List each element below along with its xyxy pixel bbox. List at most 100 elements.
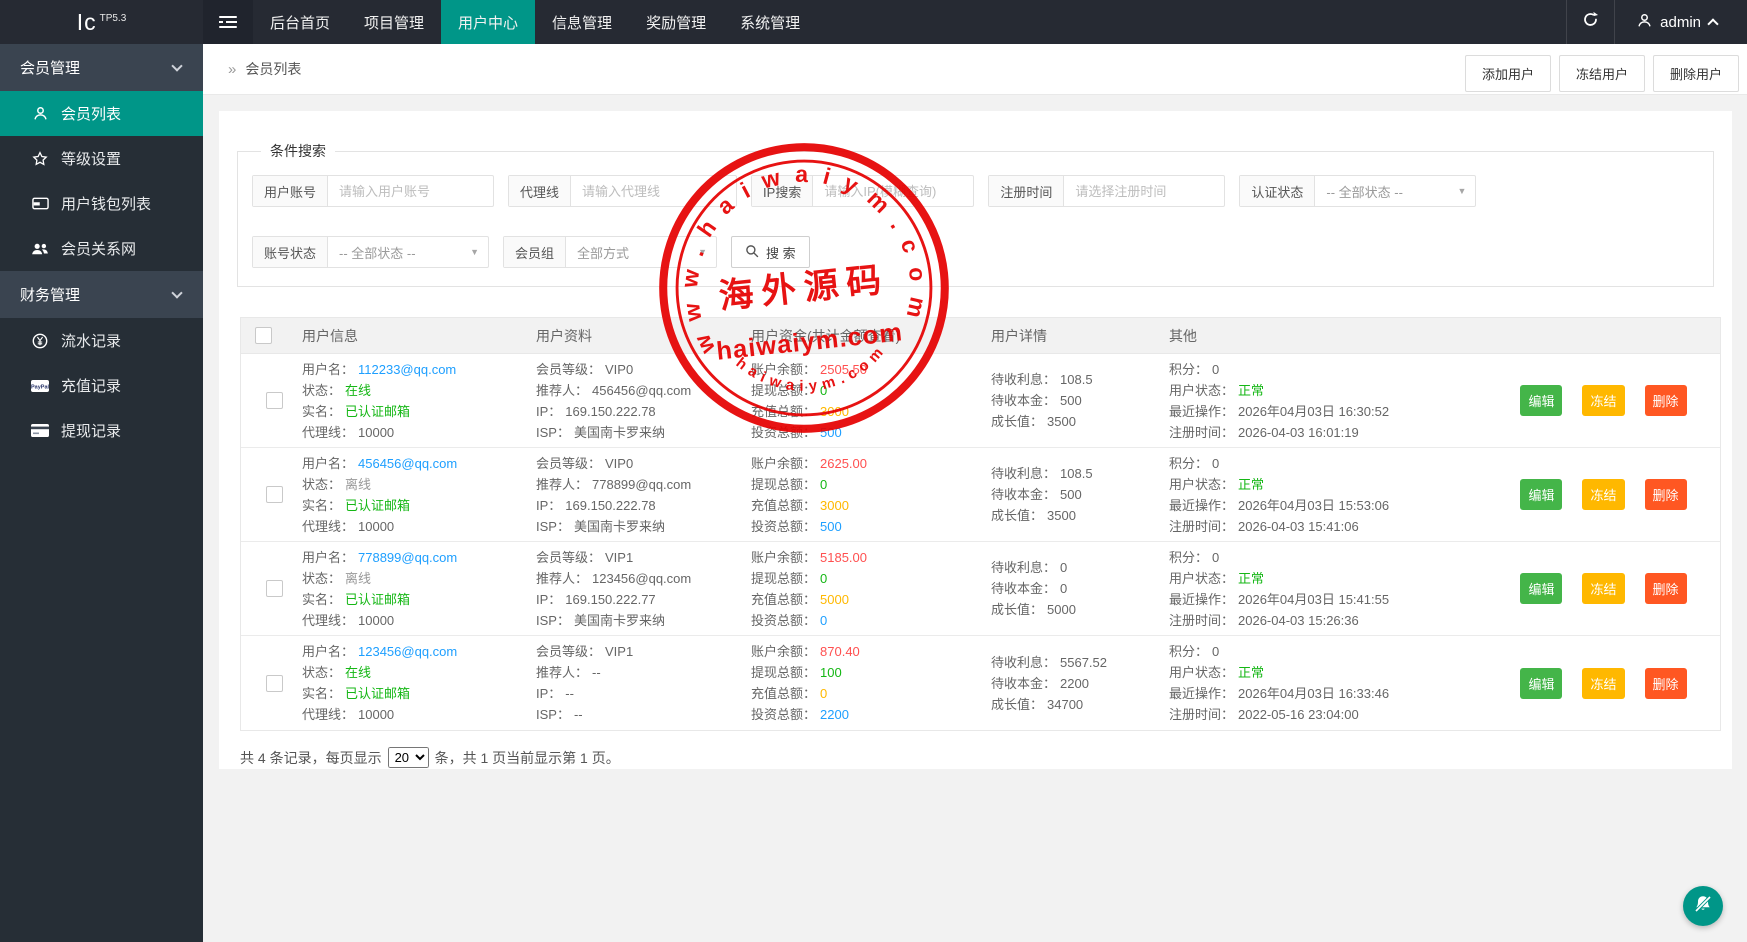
row-checkbox[interactable] — [266, 580, 283, 597]
sidebar-item-member-network[interactable]: 会员关系网 — [0, 226, 203, 271]
balance-label: 账户余额： — [751, 456, 816, 471]
sidebar-item-level-settings[interactable]: 等级设置 — [0, 136, 203, 181]
account-status-select[interactable]: -- 全部状态 -- ▼ — [328, 237, 488, 267]
freeze-user-button[interactable]: 冻结用户 — [1559, 55, 1645, 92]
auth-status-select[interactable]: -- 全部状态 -- ▼ — [1315, 176, 1475, 206]
register-time-input[interactable] — [1064, 176, 1224, 206]
user-profile-cell: 会员等级：VIP0 推荐人：456456@qq.com IP：169.150.2… — [527, 354, 742, 447]
recharge-label: 充值总额： — [751, 686, 816, 701]
per-page-select[interactable]: 20 — [388, 747, 429, 768]
refresh-icon — [1582, 11, 1599, 33]
points-label: 积分： — [1169, 644, 1208, 659]
user-info-cell: 用户名：778899@qq.com 状态：离线 实名：已认证邮箱 代理线：100… — [293, 542, 527, 635]
account-input[interactable] — [328, 176, 493, 206]
other-cell: 积分：0 用户状态：正常 最近操作：2026年04月03日 16:30:52 注… — [1160, 354, 1478, 447]
top-menu-item-projects[interactable]: 项目管理 — [347, 0, 441, 44]
withdraw-label: 提现总额： — [751, 571, 816, 586]
user-info-cell: 用户名：456456@qq.com 状态：离线 实名：已认证邮箱 代理线：100… — [293, 448, 527, 541]
logo[interactable]: Ic TP5.3 — [0, 0, 203, 44]
hamburger-icon[interactable] — [203, 0, 253, 44]
ip-search-input[interactable] — [813, 176, 973, 206]
isp-label: ISP： — [536, 707, 570, 722]
interest-label: 待收利息： — [991, 655, 1056, 670]
username-link[interactable]: 778899@qq.com — [358, 550, 457, 565]
reg-time-label: 注册时间： — [1169, 425, 1234, 440]
top-menu-item-home[interactable]: 后台首页 — [253, 0, 347, 44]
sidebar-group-finance[interactable]: 财务管理 — [0, 271, 203, 318]
realname-value: 已认证邮箱 — [345, 686, 410, 701]
ip-label: IP： — [536, 686, 561, 701]
username-label: 用户名： — [302, 550, 354, 565]
add-user-button[interactable]: 添加用户 — [1465, 55, 1551, 92]
sidebar-item-label: 会员关系网 — [61, 238, 136, 259]
table-row: 用户名：456456@qq.com 状态：离线 实名：已认证邮箱 代理线：100… — [241, 448, 1720, 542]
level-value: VIP1 — [605, 644, 633, 659]
username-link[interactable]: 456456@qq.com — [358, 456, 457, 471]
principal-label: 待收本金： — [991, 393, 1056, 408]
freeze-button[interactable]: 冻结 — [1582, 479, 1624, 510]
balance-value: 5185.00 — [820, 550, 867, 565]
freeze-button[interactable]: 冻结 — [1582, 385, 1624, 416]
isp-value: 美国南卡罗来纳 — [574, 613, 665, 628]
member-group-select[interactable]: 全部方式 ▼ — [566, 237, 716, 267]
sidebar-group-members[interactable]: 会员管理 — [0, 44, 203, 91]
username-link[interactable]: 112233@qq.com — [358, 362, 456, 377]
row-checkbox[interactable] — [266, 486, 283, 503]
sidebar-item-flow-records[interactable]: 流水记录 — [0, 318, 203, 363]
select-all-checkbox[interactable] — [255, 327, 272, 344]
sidebar-item-member-list[interactable]: 会员列表 — [0, 91, 203, 136]
sidebar-item-user-wallets[interactable]: 用户钱包列表 — [0, 181, 203, 226]
top-menu-item-info[interactable]: 信息管理 — [535, 0, 629, 44]
withdraw-label: 提现总额： — [751, 477, 816, 492]
reg-time-value: 2022-05-16 23:04:00 — [1238, 707, 1359, 722]
sidebar-item-label: 用户钱包列表 — [61, 193, 151, 214]
top-menu-item-system[interactable]: 系统管理 — [723, 0, 817, 44]
edit-button[interactable]: 编辑 — [1520, 668, 1562, 699]
regtime-field-group: 注册时间 — [988, 175, 1225, 207]
edit-button[interactable]: 编辑 — [1520, 385, 1562, 416]
delete-button[interactable]: 删除 — [1645, 668, 1687, 699]
search-button[interactable]: 搜 索 — [731, 236, 810, 268]
top-menu-item-rewards[interactable]: 奖励管理 — [629, 0, 723, 44]
caret-down-icon: ▼ — [470, 247, 479, 257]
freeze-button[interactable]: 冻结 — [1582, 573, 1624, 604]
agent-line-input[interactable] — [571, 176, 736, 206]
user-funds-cell: 账户余额：2505.50 提现总额：0 充值总额：3000 投资总额：500 — [742, 354, 982, 447]
pagination: 共 4 条记录，每页显示 20 条，共 1 页当前显示第 1 页。 — [240, 747, 1732, 768]
points-value: 0 — [1212, 644, 1219, 659]
row-checkbox[interactable] — [266, 675, 283, 692]
freeze-button[interactable]: 冻结 — [1582, 668, 1624, 699]
row-checkbox[interactable] — [266, 392, 283, 409]
edit-button[interactable]: 编辑 — [1520, 573, 1562, 604]
sidebar-item-label: 流水记录 — [61, 330, 121, 351]
delete-user-button[interactable]: 删除用户 — [1653, 55, 1739, 92]
account-field-group: 用户账号 — [252, 175, 494, 207]
ip-value: 169.150.222.77 — [565, 592, 655, 607]
last-op-value: 2026年04月03日 16:33:46 — [1238, 686, 1389, 701]
growth-value: 5000 — [1047, 602, 1076, 617]
admin-menu[interactable]: admin — [1615, 0, 1747, 44]
notification-float-button[interactable] — [1683, 886, 1723, 926]
principal-value: 0 — [1060, 581, 1067, 596]
reg-time-value: 2026-04-03 15:26:36 — [1238, 613, 1359, 628]
table-row: 用户名：778899@qq.com 状态：离线 实名：已认证邮箱 代理线：100… — [241, 542, 1720, 636]
sidebar-item-withdraw-records[interactable]: 提现记录 — [0, 408, 203, 453]
status-label: 状态： — [302, 571, 341, 586]
bell-slash-icon — [1692, 893, 1714, 920]
username-label: 用户名： — [302, 362, 354, 377]
top-menu-item-user-center[interactable]: 用户中心 — [441, 0, 535, 44]
username-link[interactable]: 123456@qq.com — [358, 644, 457, 659]
delete-button[interactable]: 删除 — [1645, 573, 1687, 604]
edit-button[interactable]: 编辑 — [1520, 479, 1562, 510]
sidebar-item-recharge-records[interactable]: PayPal 充值记录 — [0, 363, 203, 408]
reg-time-value: 2026-04-03 16:01:19 — [1238, 425, 1359, 440]
refresh-button[interactable] — [1566, 0, 1615, 44]
user-status-label: 用户状态： — [1169, 571, 1234, 586]
realname-value: 已认证邮箱 — [345, 498, 410, 513]
user-details-cell: 待收利息：0 待收本金：0 成长值：5000 — [982, 542, 1160, 635]
interest-value: 5567.52 — [1060, 655, 1107, 670]
delete-button[interactable]: 删除 — [1645, 385, 1687, 416]
actions-cell: 编辑 冻结 删除 — [1478, 542, 1720, 635]
delete-button[interactable]: 删除 — [1645, 479, 1687, 510]
user-status-label: 用户状态： — [1169, 383, 1234, 398]
